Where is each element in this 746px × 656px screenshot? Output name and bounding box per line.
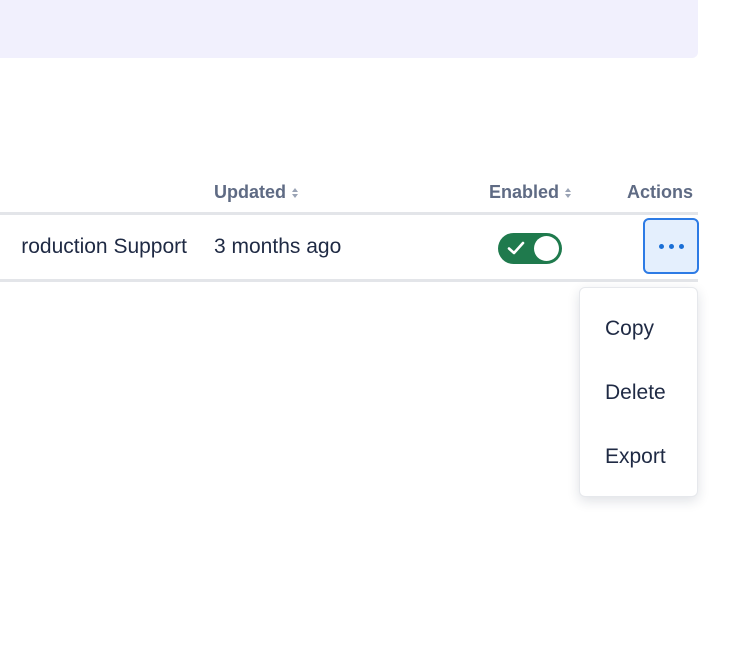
page: Updated Enabled Actions roduction Suppor… [0,0,746,656]
sort-icon[interactable] [290,186,300,200]
menu-item-delete[interactable]: Delete [605,381,666,405]
column-header-enabled-label: Enabled [489,182,560,202]
info-banner [0,0,698,58]
menu-item-copy[interactable]: Copy [605,317,654,341]
table-cell-updated: 3 months ago [214,235,342,258]
column-header-actions: Actions [627,182,693,203]
check-icon [507,241,525,255]
table-cell-name: roduction Support [21,235,187,258]
column-header-updated[interactable]: Updated [214,182,300,203]
column-header-updated-label: Updated [214,182,286,202]
menu-item-export[interactable]: Export [605,445,666,469]
row-divider [0,279,698,282]
column-header-enabled[interactable]: Enabled [489,182,573,203]
toggle-knob [534,236,559,261]
actions-dropdown-menu: Copy Delete Export [579,287,698,497]
column-header-actions-label: Actions [627,182,694,202]
table-header-row: Updated Enabled Actions [0,172,698,212]
row-actions-button[interactable] [643,218,699,274]
enabled-toggle[interactable] [498,233,562,264]
more-horizontal-icon [658,243,684,249]
row-divider [0,212,698,215]
sort-icon[interactable] [563,186,573,200]
